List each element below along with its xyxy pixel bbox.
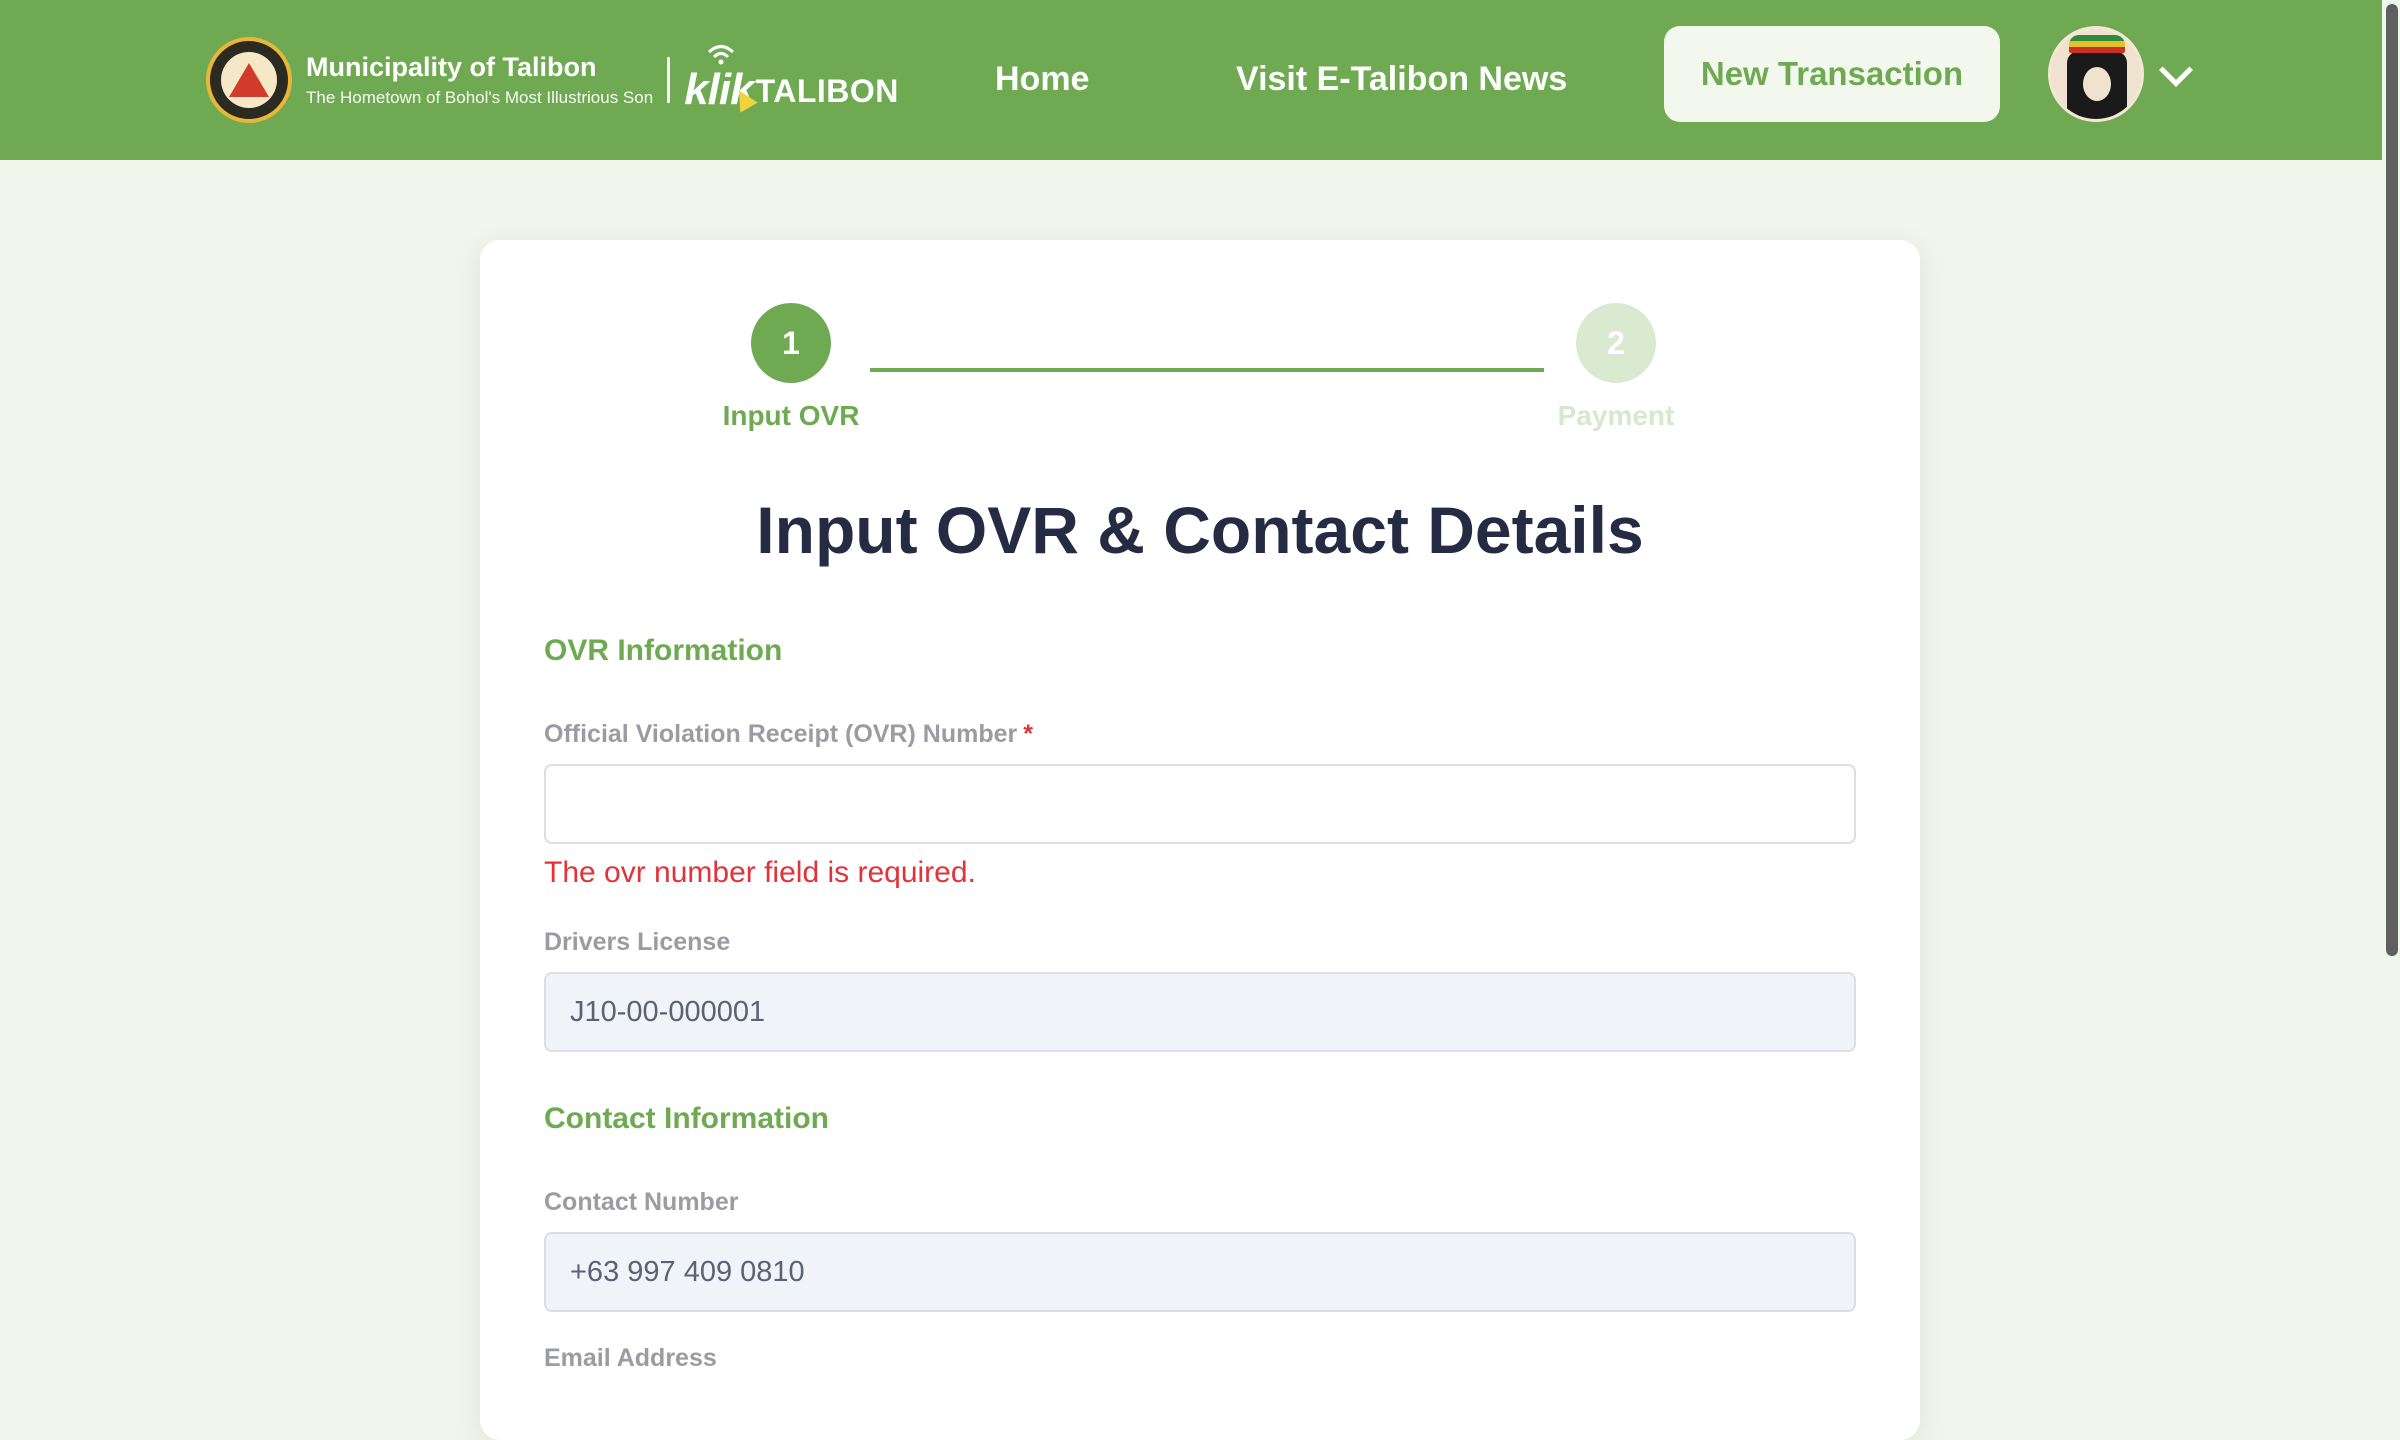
brand-subtitle: The Hometown of Bohol's Most Illustrious…: [306, 88, 654, 107]
new-transaction-button[interactable]: New Transaction: [1664, 26, 2000, 122]
ovr-form-card: 1 2 Input OVR Payment Input OVR & Contac…: [480, 240, 1920, 1440]
brand-title: Municipality of Talibon: [306, 52, 597, 82]
ovr-section-heading: OVR Information: [544, 634, 783, 667]
nav-home-link[interactable]: Home: [995, 56, 1089, 102]
logo-talibon-text: TALIBON: [755, 73, 899, 109]
wifi-icon: [708, 45, 735, 65]
email-address-label: Email Address: [544, 1344, 717, 1372]
brand-logo[interactable]: Municipality of Talibon The Hometown of …: [206, 36, 899, 124]
page-title: Input OVR & Contact Details: [756, 493, 1644, 567]
municipal-seal-icon: [206, 37, 292, 123]
drivers-license-input[interactable]: [544, 972, 1856, 1052]
ovr-number-input[interactable]: [544, 764, 1856, 844]
step-1-label: Input OVR: [722, 400, 860, 431]
step-2-indicator: 2: [1576, 303, 1656, 383]
klik-talibon-logo: klik TALIBON: [684, 45, 899, 115]
chevron-down-icon[interactable]: [2159, 53, 2193, 87]
contact-section-heading: Contact Information: [544, 1102, 829, 1135]
drivers-license-label: Drivers License: [544, 928, 731, 956]
contact-number-input[interactable]: [544, 1232, 1856, 1312]
ovr-number-error: The ovr number field is required.: [544, 856, 976, 889]
contact-number-label: Contact Number: [544, 1188, 739, 1216]
step-2-label: Payment: [1557, 400, 1675, 431]
scrollbar-thumb[interactable]: [2386, 4, 2398, 956]
step-1-indicator: 1: [751, 303, 831, 383]
brand-text: Municipality of Talibon The Hometown of …: [306, 51, 653, 109]
required-asterisk: *: [1023, 720, 1033, 748]
ovr-number-label: Official Violation Receipt (OVR) Number *: [544, 720, 1033, 748]
user-avatar[interactable]: [2048, 26, 2144, 122]
top-navbar: Municipality of Talibon The Hometown of …: [0, 0, 2400, 160]
nav-news-link[interactable]: Visit E-Talibon News: [1236, 56, 1567, 102]
step-progress-line: [870, 368, 1544, 372]
brand-divider: [667, 57, 671, 103]
